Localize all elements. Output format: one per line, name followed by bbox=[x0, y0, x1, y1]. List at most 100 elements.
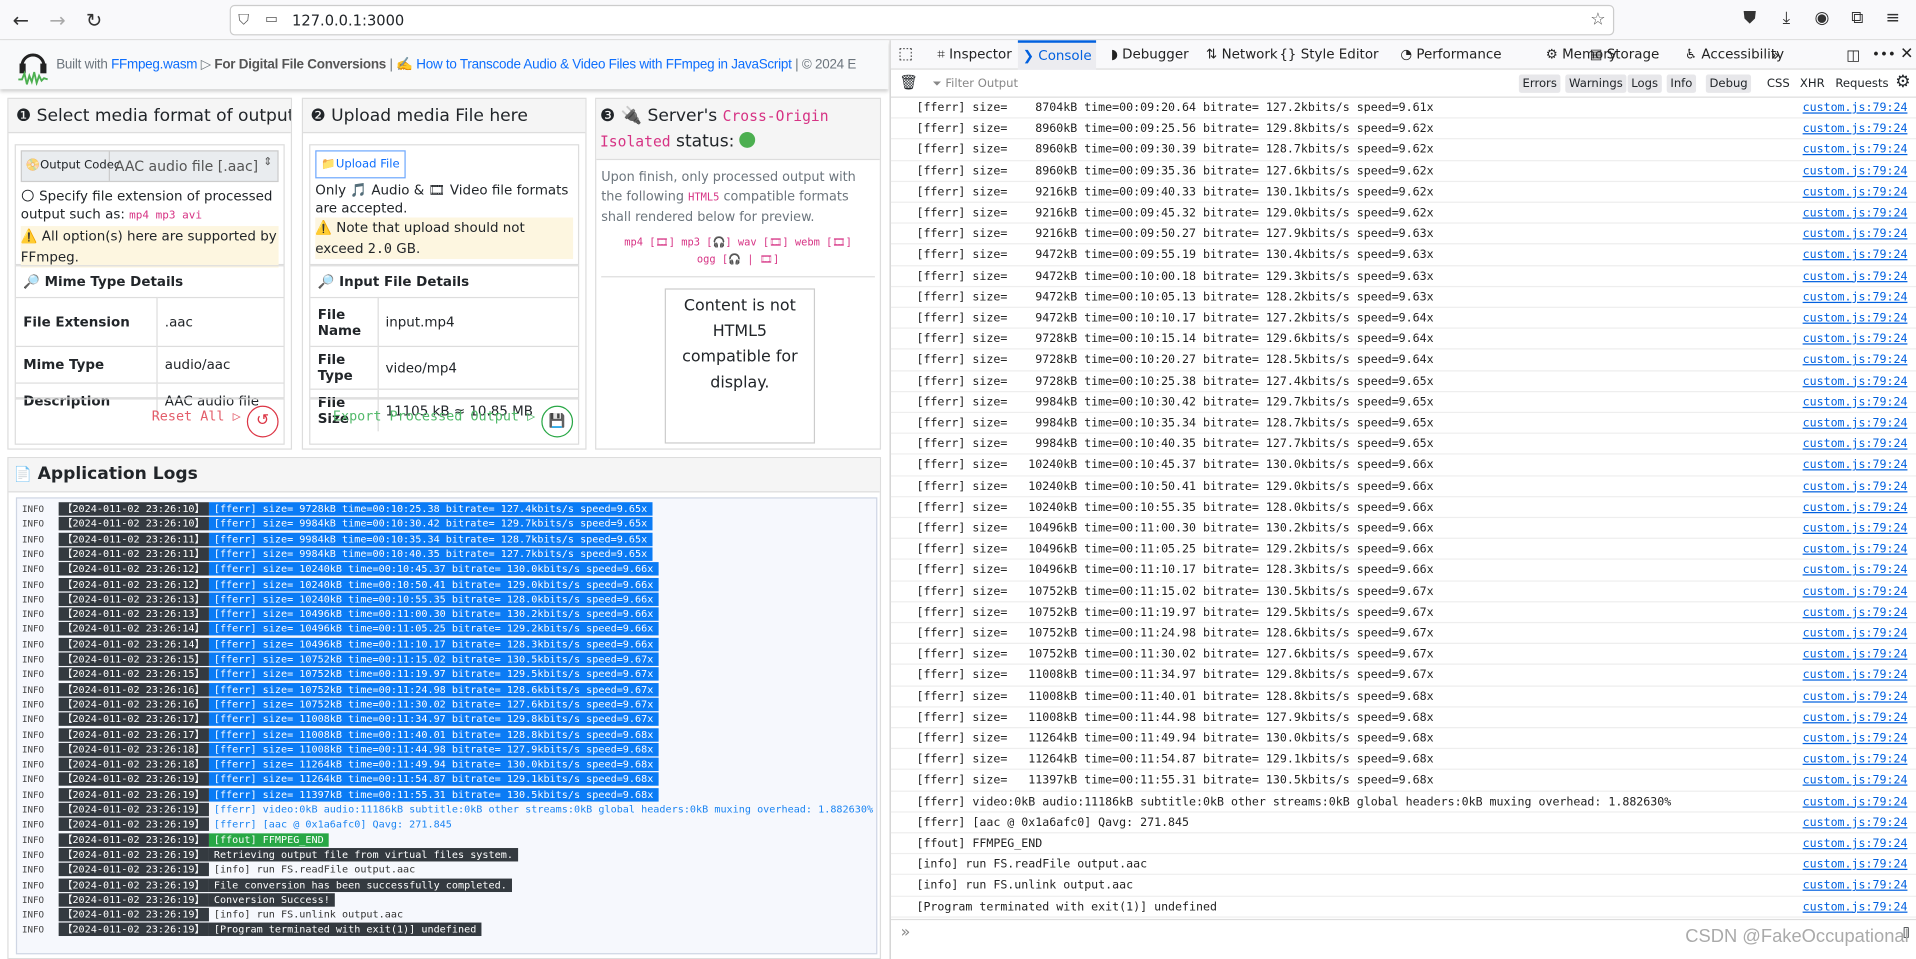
dock-icon[interactable]: ◫ bbox=[1846, 40, 1860, 69]
source-link[interactable]: custom.js:79:24 bbox=[1803, 854, 1908, 875]
source-link[interactable]: custom.js:79:24 bbox=[1803, 833, 1908, 854]
source-link[interactable]: custom.js:79:24 bbox=[1803, 287, 1908, 308]
filter-xhr[interactable]: XHR bbox=[1800, 75, 1825, 93]
source-link[interactable]: custom.js:79:24 bbox=[1803, 644, 1908, 665]
log-timestamp: 【2024-011-02 23:26:19】 bbox=[58, 772, 209, 787]
filter-info[interactable]: Info bbox=[1666, 74, 1697, 93]
source-link[interactable]: custom.js:79:24 bbox=[1803, 728, 1908, 749]
filter-warnings[interactable]: Warnings bbox=[1565, 74, 1627, 93]
source-link[interactable]: custom.js:79:24 bbox=[1803, 518, 1908, 539]
log-message: Conversion Success! bbox=[208, 892, 335, 907]
inspector-icon: ⌗ bbox=[937, 46, 950, 63]
source-link[interactable]: custom.js:79:24 bbox=[1803, 560, 1908, 581]
article-link[interactable]: ✍ How to Transcode Audio & Video Files w… bbox=[396, 57, 792, 72]
source-link[interactable]: custom.js:79:24 bbox=[1803, 98, 1908, 119]
source-link[interactable]: custom.js:79:24 bbox=[1803, 812, 1908, 833]
message-text: [fferr] video:0kB audio:11186kB subtitle… bbox=[916, 794, 1672, 809]
account-icon[interactable]: ◉ bbox=[1811, 9, 1833, 31]
tab-storage[interactable]: ▤ Storage bbox=[1585, 40, 1664, 69]
source-link[interactable]: custom.js:79:24 bbox=[1803, 434, 1908, 455]
extensions-icon[interactable]: ⧉ bbox=[1846, 9, 1868, 31]
source-link[interactable]: custom.js:79:24 bbox=[1803, 623, 1908, 644]
source-link[interactable]: custom.js:79:24 bbox=[1803, 896, 1908, 917]
log-level: INFO bbox=[21, 849, 45, 861]
trash-icon[interactable]: 🗑 bbox=[899, 73, 918, 90]
filter-logs[interactable]: Logs bbox=[1627, 74, 1662, 93]
message-text: [fferr] size= 8960kB time=00:09:35.36 bi… bbox=[916, 164, 1434, 178]
source-link[interactable]: custom.js:79:24 bbox=[1803, 245, 1908, 266]
export-label[interactable]: Export Processed Output ▷ bbox=[333, 408, 535, 424]
source-link[interactable]: custom.js:79:24 bbox=[1803, 476, 1908, 497]
source-link[interactable]: custom.js:79:24 bbox=[1803, 371, 1908, 392]
tab-network[interactable]: ⇅ Network bbox=[1201, 40, 1282, 69]
source-link[interactable]: custom.js:79:24 bbox=[1803, 686, 1908, 707]
source-link[interactable]: custom.js:79:24 bbox=[1803, 749, 1908, 770]
reset-icon[interactable]: ↺ bbox=[246, 405, 279, 438]
filter-css[interactable]: CSS bbox=[1767, 75, 1790, 93]
source-link[interactable]: custom.js:79:24 bbox=[1803, 413, 1908, 434]
more-tabs-icon[interactable]: » bbox=[1771, 40, 1780, 69]
source-link[interactable]: custom.js:79:24 bbox=[1803, 161, 1908, 182]
source-link[interactable]: custom.js:79:24 bbox=[1803, 581, 1908, 602]
log-level: INFO bbox=[21, 638, 45, 650]
separator: | bbox=[795, 57, 799, 73]
tab-debugger[interactable]: ◗ Debugger bbox=[1106, 40, 1194, 69]
source-link[interactable]: custom.js:79:24 bbox=[1803, 140, 1908, 161]
source-link[interactable]: custom.js:79:24 bbox=[1803, 665, 1908, 686]
source-link[interactable]: custom.js:79:24 bbox=[1803, 350, 1908, 371]
log-message: [fferr] size= 10240kB time=00:10:55.35 b… bbox=[208, 592, 659, 606]
bookmark-star-icon[interactable]: ☆ bbox=[1590, 10, 1605, 30]
size-warning: ⚠️ Note that upload should not exceed 2.… bbox=[315, 217, 574, 260]
source-link[interactable]: custom.js:79:24 bbox=[1803, 497, 1908, 518]
log-timestamp: 【2024-011-02 23:26:17】 bbox=[58, 712, 209, 727]
source-link[interactable]: custom.js:79:24 bbox=[1803, 182, 1908, 203]
settings-gear-icon[interactable]: ⚙ bbox=[1895, 72, 1910, 92]
source-link[interactable]: custom.js:79:24 bbox=[1803, 791, 1908, 812]
source-link[interactable]: custom.js:79:24 bbox=[1803, 203, 1908, 224]
source-link[interactable]: custom.js:79:24 bbox=[1803, 119, 1908, 140]
more-options-icon[interactable]: ••• bbox=[1872, 40, 1896, 69]
filter-requests[interactable]: Requests bbox=[1835, 75, 1888, 93]
console-message: [fferr] size= 8960kB time=00:09:35.36 bi… bbox=[890, 161, 1916, 182]
console-output[interactable]: [fferr] size= 8704kB time=00:09:20.64 bi… bbox=[890, 98, 1916, 919]
url-bar[interactable]: ⛉ ▭ 127.0.0.1:3000 ☆ bbox=[229, 4, 1615, 36]
tab-console[interactable]: ❯ Console bbox=[1017, 40, 1097, 70]
menu-icon[interactable]: ≡ bbox=[1882, 9, 1904, 31]
filter-input[interactable]: ⏷ Filter Output bbox=[932, 75, 1018, 93]
back-icon[interactable]: ← bbox=[7, 7, 34, 34]
downloads-icon[interactable]: ⤓ bbox=[1775, 9, 1797, 31]
console-icon: ❯ bbox=[1022, 47, 1039, 64]
tab-label: Style Editor bbox=[1300, 46, 1379, 63]
save-icon[interactable]: 💾 bbox=[541, 405, 574, 438]
filter-errors[interactable]: Errors bbox=[1518, 74, 1561, 93]
element-picker-icon[interactable]: ⬚ bbox=[898, 40, 913, 69]
source-link[interactable]: custom.js:79:24 bbox=[1803, 329, 1908, 350]
upload-file-button[interactable]: 📁Upload File bbox=[315, 150, 406, 179]
tab-style-editor[interactable]: {} Style Editor bbox=[1274, 40, 1383, 69]
source-link[interactable]: custom.js:79:24 bbox=[1803, 266, 1908, 287]
source-link[interactable]: custom.js:79:24 bbox=[1803, 224, 1908, 245]
source-link[interactable]: custom.js:79:24 bbox=[1803, 875, 1908, 896]
console-message: [fferr] size= 9728kB time=00:10:15.14 bi… bbox=[890, 329, 1916, 350]
source-link[interactable]: custom.js:79:24 bbox=[1803, 308, 1908, 329]
filter-debug[interactable]: Debug bbox=[1705, 74, 1752, 93]
log-message: [ffout] FFMPEG_END bbox=[208, 832, 329, 847]
source-link[interactable]: custom.js:79:24 bbox=[1803, 455, 1908, 476]
source-link[interactable]: custom.js:79:24 bbox=[1803, 602, 1908, 623]
ffmpeg-wasm-link[interactable]: FFmpeg.wasm bbox=[111, 57, 197, 72]
forward-icon[interactable]: → bbox=[44, 7, 71, 34]
close-icon[interactable]: ✕ bbox=[1900, 40, 1913, 69]
console-message: [fferr] size= 11397kB time=00:11:55.31 b… bbox=[890, 770, 1916, 792]
tab-performance[interactable]: ◔ Performance bbox=[1395, 40, 1506, 69]
tab-inspector[interactable]: ⌗ Inspector bbox=[932, 40, 1016, 69]
log-list[interactable]: INFO 【2024-011-02 23:26:10】 [fferr] size= … bbox=[15, 497, 878, 955]
console-message: [fferr] size= 9216kB time=00:09:45.32 bi… bbox=[890, 203, 1916, 224]
reset-all-label[interactable]: Reset All ▷ bbox=[152, 408, 241, 424]
source-link[interactable]: custom.js:79:24 bbox=[1803, 770, 1908, 791]
source-link[interactable]: custom.js:79:24 bbox=[1803, 707, 1908, 728]
source-link[interactable]: custom.js:79:24 bbox=[1803, 539, 1908, 560]
pocket-icon[interactable]: ⛊ bbox=[1739, 9, 1761, 31]
source-link[interactable]: custom.js:79:24 bbox=[1803, 392, 1908, 413]
codec-select[interactable]: AAC audio file [.aac] ⇕ bbox=[110, 152, 277, 181]
reload-icon[interactable]: ↻ bbox=[81, 7, 108, 34]
